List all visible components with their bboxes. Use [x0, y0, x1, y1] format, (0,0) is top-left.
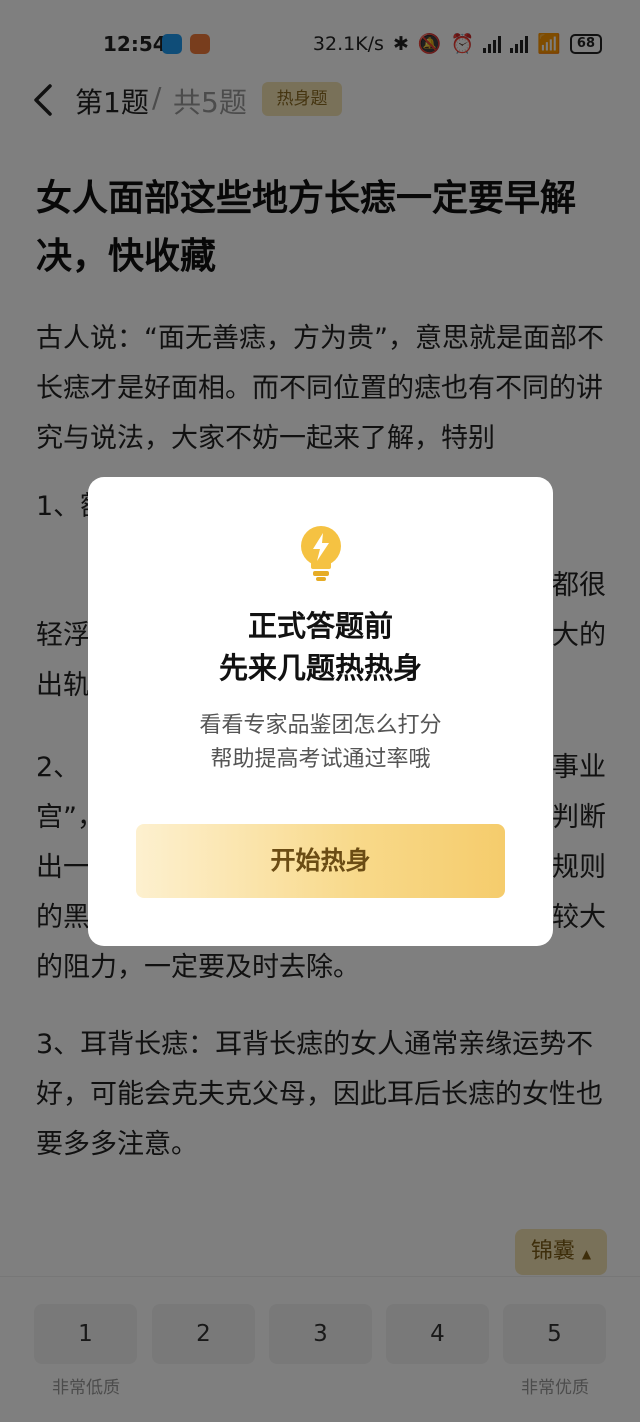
dialog-subtitle-line: 帮助提高考试通过率哦	[210, 747, 431, 772]
dialog-title: 正式答题前 先来几题热热身	[88, 605, 553, 689]
warmup-dialog: 正式答题前 先来几题热热身 看看专家品鉴团怎么打分 帮助提高考试通过率哦 开始热…	[88, 477, 553, 946]
dialog-subtitle: 看看专家品鉴团怎么打分 帮助提高考试通过率哦	[88, 709, 553, 777]
dialog-title-line: 先来几题热热身	[218, 651, 422, 685]
dialog-title-line: 正式答题前	[247, 609, 393, 643]
dialog-subtitle-line: 看看专家品鉴团怎么打分	[199, 713, 442, 738]
lightbulb-bolt-icon	[301, 526, 341, 581]
start-warmup-button[interactable]: 开始热身	[136, 824, 505, 898]
